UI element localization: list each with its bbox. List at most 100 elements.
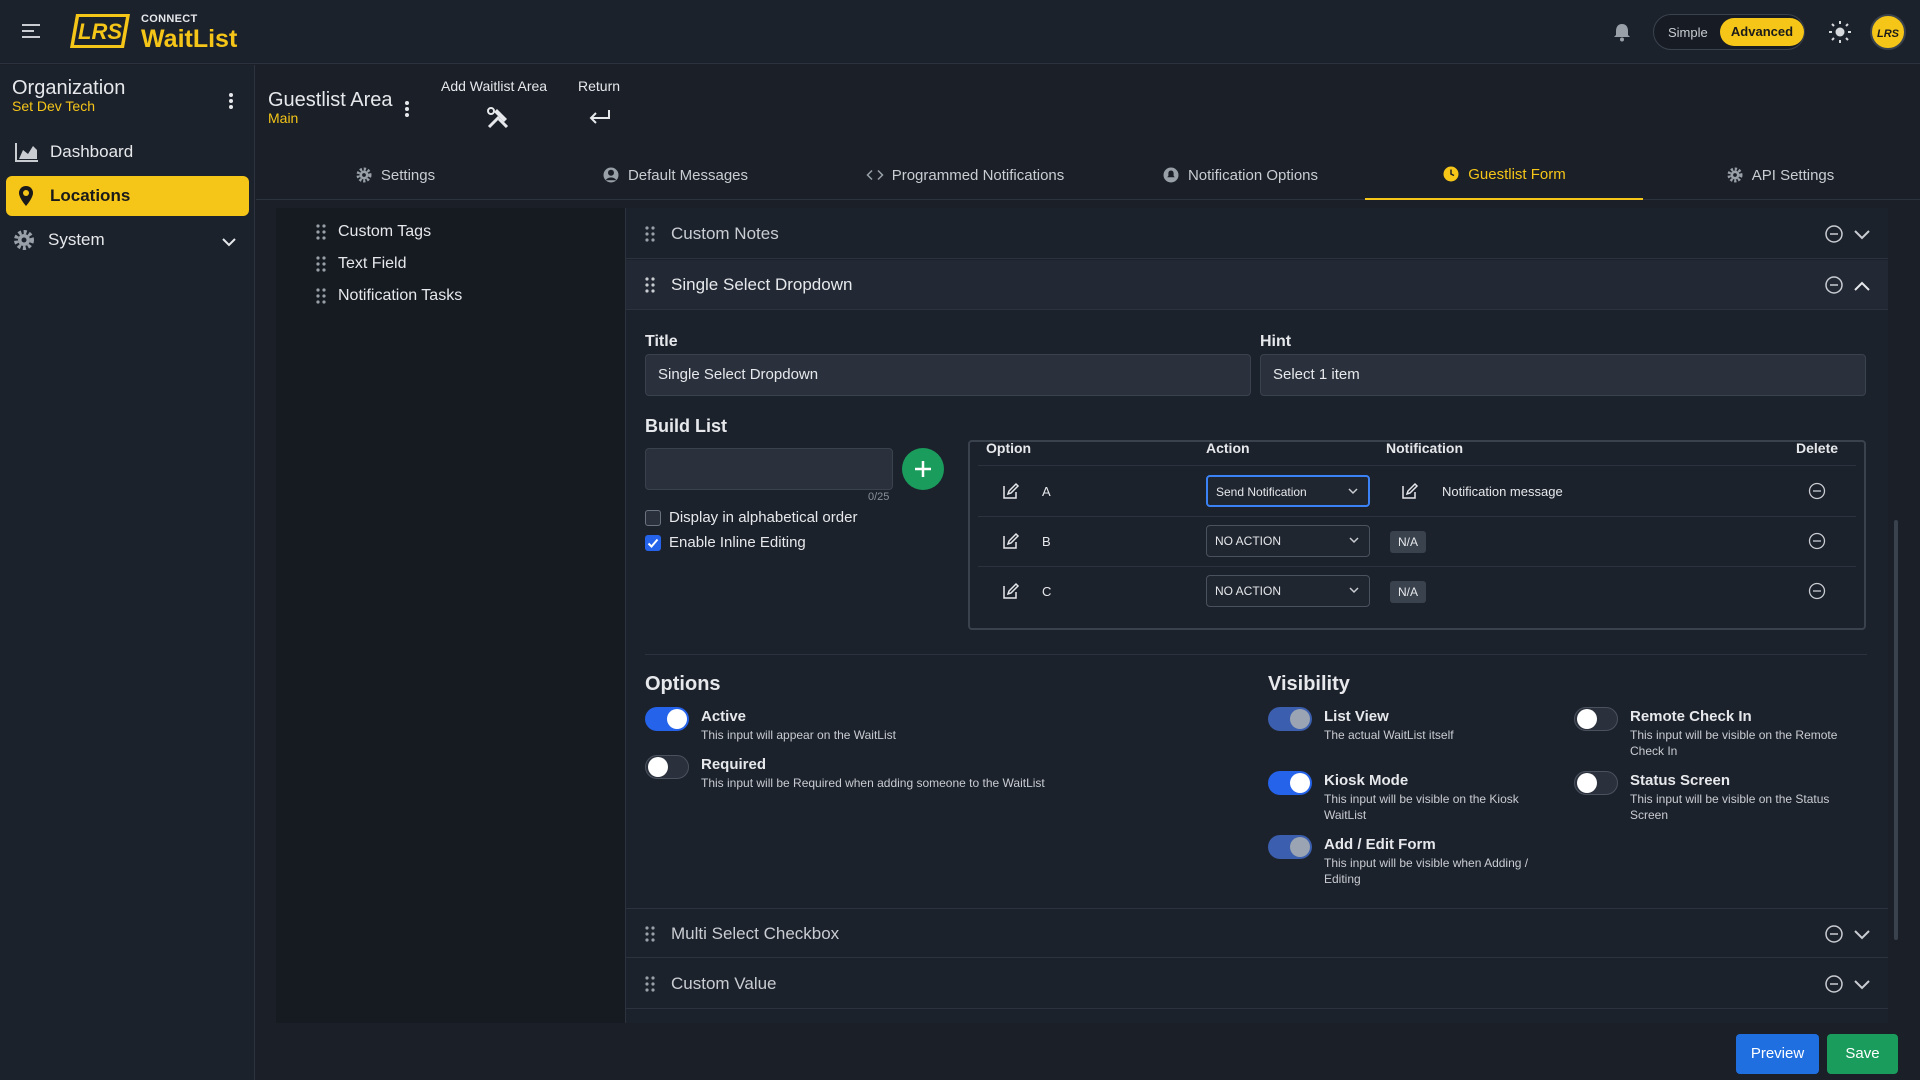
svg-text:LRS: LRS — [78, 19, 122, 44]
logo-connect-text: CONNECT — [141, 13, 198, 25]
kiosk-mode-toggle[interactable] — [1268, 771, 1312, 795]
action-select-value: Send Notification — [1216, 485, 1307, 499]
sun-icon[interactable] — [1828, 20, 1852, 44]
active-toggle[interactable] — [645, 707, 689, 731]
column-header-option: Option — [986, 440, 1032, 456]
visibility-heading: Visibility — [1268, 673, 1350, 695]
return-arrow-icon — [588, 108, 612, 131]
notification-message: Notification message — [1442, 484, 1563, 499]
remove-circle-icon[interactable] — [1824, 275, 1844, 298]
edit-icon[interactable] — [1002, 482, 1020, 503]
tab-default-messages[interactable]: Default Messages — [570, 150, 780, 200]
tab-settings[interactable]: Settings — [300, 150, 490, 200]
tab-label: Default Messages — [627, 166, 749, 184]
chevron-down-icon[interactable] — [1854, 228, 1870, 244]
action-select[interactable]: Send Notification — [1206, 475, 1370, 507]
add-waitlist-area-label: Add Waitlist Area — [441, 78, 548, 94]
sidebar — [0, 65, 255, 1080]
scrollbar[interactable] — [1894, 520, 1898, 940]
title-input[interactable]: Single Select Dropdown — [645, 354, 1251, 396]
edit-notification-icon[interactable] — [1401, 482, 1419, 503]
char-counter: 0/25 — [868, 491, 890, 503]
drag-handle-icon[interactable] — [645, 226, 655, 242]
remote-check-in-toggle[interactable] — [1574, 707, 1618, 731]
org-more-icon[interactable] — [228, 92, 234, 110]
edit-icon[interactable] — [1002, 532, 1020, 553]
drag-handle-icon[interactable] — [316, 256, 326, 272]
kiosk-mode-description-line2: WaitList — [1324, 808, 1367, 822]
required-title: Required — [701, 756, 767, 773]
tab-api-settings[interactable]: API Settings — [1700, 150, 1860, 200]
area-more-icon[interactable] — [404, 100, 410, 118]
remove-circle-icon[interactable] — [1824, 974, 1844, 997]
section-label: Multi Select Checkbox — [671, 924, 840, 943]
action-select[interactable]: NO ACTION — [1206, 575, 1370, 607]
add-option-button[interactable] — [902, 448, 944, 490]
list-item[interactable]: Custom Tags — [316, 222, 516, 244]
divider — [645, 654, 1867, 655]
list-item[interactable]: Text Field — [316, 254, 516, 276]
mode-simple-option[interactable]: Simple — [1668, 25, 1708, 40]
sidebar-item-locations[interactable]: Locations — [6, 176, 249, 216]
chevron-down-icon[interactable] — [1854, 978, 1870, 994]
section-label: Single Select Dropdown — [671, 275, 853, 294]
chevron-down-icon[interactable] — [1854, 928, 1870, 944]
remove-circle-icon[interactable] — [1808, 532, 1826, 553]
table-row: A Send Notification Notification message — [978, 466, 1856, 516]
section-custom-notes[interactable]: Custom Notes — [626, 209, 1888, 259]
chevron-down-icon — [1348, 488, 1358, 495]
build-list-input[interactable] — [645, 448, 893, 490]
action-select-value: NO ACTION — [1215, 534, 1282, 548]
svg-text:LRS: LRS — [1877, 28, 1900, 40]
chevron-up-icon[interactable] — [1854, 279, 1870, 295]
user-avatar[interactable]: LRS — [1870, 14, 1906, 50]
remove-circle-icon[interactable] — [1808, 582, 1826, 603]
edit-icon[interactable] — [1002, 582, 1020, 603]
list-item-label: Text Field — [338, 255, 407, 272]
section-multi-select[interactable]: Multi Select Checkbox — [626, 908, 1888, 958]
add-edit-form-toggle[interactable] — [1268, 835, 1312, 859]
drag-handle-icon[interactable] — [316, 224, 326, 240]
tab-programmed-notifications[interactable]: Programmed Notifications — [835, 150, 1095, 200]
lrs-logo: LRS — [68, 12, 132, 50]
section-custom-value[interactable]: Custom Value — [626, 959, 1888, 1009]
hint-input[interactable]: Select 1 item — [1260, 354, 1866, 396]
drag-handle-icon[interactable] — [645, 976, 655, 992]
chart-icon — [14, 141, 40, 166]
drag-handle-icon[interactable] — [316, 288, 326, 304]
add-waitlist-area-button[interactable]: Add Waitlist Area — [441, 78, 556, 134]
bell-icon[interactable] — [1611, 21, 1633, 43]
list-view-toggle[interactable] — [1268, 707, 1312, 731]
option-value: A — [1042, 484, 1051, 499]
user-circle-icon — [603, 167, 619, 183]
gear-icon — [356, 167, 372, 183]
return-button[interactable]: Return — [578, 78, 628, 134]
section-single-select[interactable]: Single Select Dropdown — [626, 260, 1888, 310]
preview-button[interactable]: Preview — [1736, 1034, 1819, 1074]
remove-circle-icon[interactable] — [1808, 482, 1826, 503]
required-toggle[interactable] — [645, 755, 689, 779]
list-item-label: Notification Tasks — [338, 287, 463, 304]
tab-notification-options[interactable]: Notification Options — [1125, 150, 1355, 200]
save-button[interactable]: Save — [1827, 1034, 1898, 1074]
sidebar-item-system[interactable]: System — [6, 220, 249, 260]
alphabetical-checkbox[interactable] — [645, 510, 661, 526]
drag-handle-icon[interactable] — [645, 277, 655, 293]
remove-circle-icon[interactable] — [1824, 224, 1844, 247]
hamburger-menu-icon[interactable] — [20, 20, 42, 42]
action-select[interactable]: NO ACTION — [1206, 525, 1370, 557]
page-subtitle: Main — [268, 110, 299, 126]
mode-advanced-option[interactable]: Advanced — [1720, 18, 1804, 46]
org-subtitle: Set Dev Tech — [12, 98, 96, 114]
list-view-description: The actual WaitList itself — [1324, 728, 1454, 742]
hint-label: Hint — [1260, 333, 1292, 350]
tab-guestlist-form[interactable]: Guestlist Form — [1365, 150, 1643, 200]
list-item[interactable]: Notification Tasks — [316, 286, 516, 308]
add-edit-form-description-line2: Editing — [1324, 872, 1361, 886]
status-screen-toggle[interactable] — [1574, 771, 1618, 795]
remote-check-in-title: Remote Check In — [1630, 708, 1752, 725]
remove-circle-icon[interactable] — [1824, 924, 1844, 947]
inline-editing-checkbox[interactable] — [645, 535, 661, 551]
sidebar-item-dashboard[interactable]: Dashboard — [6, 132, 249, 172]
drag-handle-icon[interactable] — [645, 926, 655, 942]
